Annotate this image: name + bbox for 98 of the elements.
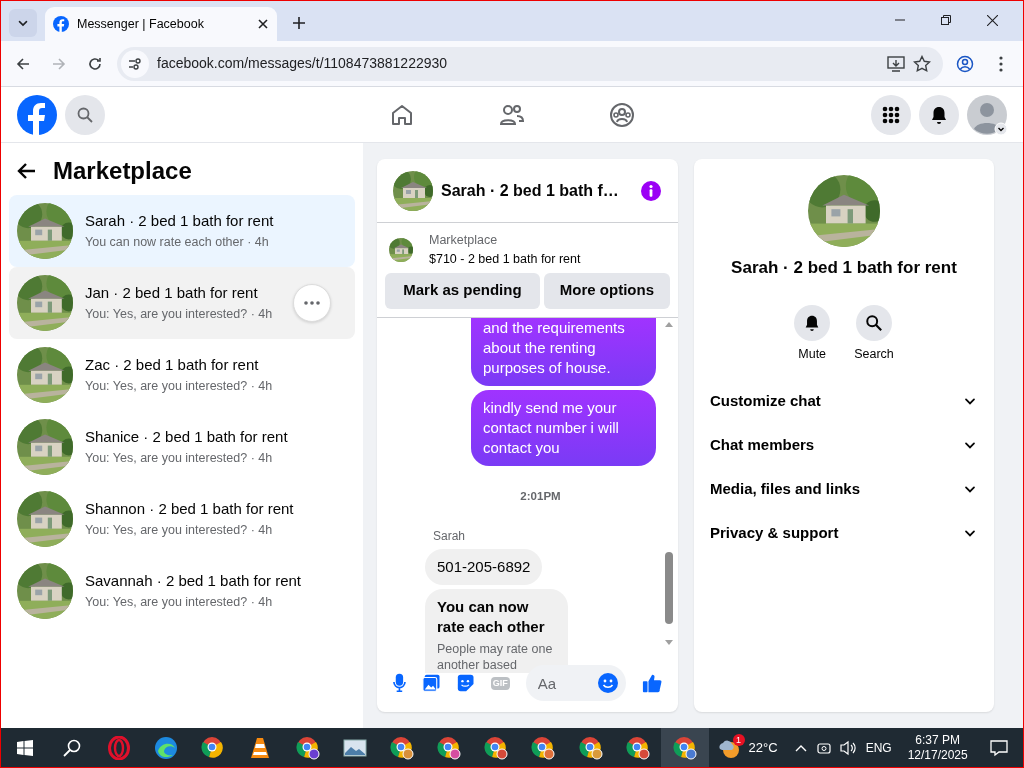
message-preview: You: Yes, are you interested? · 4h — [85, 521, 274, 539]
info-icon[interactable] — [640, 179, 662, 202]
close-icon — [986, 14, 998, 26]
account-avatar[interactable] — [967, 94, 1007, 135]
bell-button[interactable] — [794, 304, 831, 341]
browser-icon[interactable] — [201, 736, 226, 760]
sender-name: Sarah — [433, 527, 467, 545]
site-settings-icon[interactable] — [127, 55, 143, 72]
conversation-name: Savannah · 2 bed 1 bath for rent — [85, 571, 302, 592]
sent-message: kindly send me your contact number i will contact you — [471, 389, 656, 466]
notification-badge: 1 — [732, 734, 745, 746]
back-arrow-icon — [15, 55, 31, 72]
scroll-down-icon[interactable] — [665, 639, 673, 645]
notifications-icon[interactable] — [990, 739, 1009, 757]
section-header[interactable]: Privacy & support — [702, 511, 986, 556]
thumbs-up-icon[interactable] — [641, 672, 662, 694]
landscape-icon[interactable] — [342, 738, 367, 758]
browser-icon[interactable] — [625, 736, 650, 760]
close-icon[interactable] — [257, 18, 269, 30]
restore-icon — [941, 15, 951, 25]
clock-time[interactable]: 6:37 PM — [915, 733, 960, 748]
message-preview: You can now rate each other · 4h — [85, 233, 270, 251]
speaker-icon[interactable] — [839, 740, 858, 756]
browser-icon[interactable] — [578, 736, 603, 760]
browser-icon[interactable] — [484, 736, 509, 760]
start-icon[interactable] — [16, 740, 33, 756]
browser-icon[interactable] — [437, 736, 462, 760]
conversation-name: Jan · 2 bed 1 bath for rent — [85, 283, 259, 304]
received-message: 501-205-6892 — [425, 548, 543, 586]
section-header[interactable]: Media, files and links — [702, 467, 986, 512]
conversation-item[interactable]: Sarah · 2 bed 1 bath for rent You can now rate each other · 4h — [9, 195, 355, 267]
search-icon — [865, 313, 883, 332]
address-field[interactable]: facebook.com/messages/t/1108473881222930 — [117, 46, 943, 81]
message-preview: You: Yes, are you interested? · 4h — [85, 305, 274, 323]
browser-icon[interactable] — [673, 736, 697, 760]
wave-icon[interactable] — [154, 736, 179, 760]
conversation-name: Shannon · 2 bed 1 bath for rent — [85, 499, 295, 520]
sent-message: and the requirements about the renting purposes of house. — [471, 317, 656, 386]
contact-name: Sarah · 2 bed 1 bath for rent — [731, 257, 957, 279]
message-preview: You: Yes, are you interested? · 4h — [85, 377, 274, 395]
conversation-item[interactable]: Jan · 2 bed 1 bath for rent You: Yes, are you interested? · 4h — [9, 267, 355, 339]
logo-icon[interactable] — [17, 94, 57, 135]
conversation-item[interactable]: Zac · 2 bed 1 bath for rent You: Yes, are you interested? · 4h — [9, 339, 355, 411]
browser-icon[interactable] — [531, 736, 556, 760]
bell-icon — [929, 104, 949, 125]
search-icon[interactable] — [62, 739, 81, 757]
conversation-name: Sarah · 2 bed 1 bath for rent — [85, 211, 275, 232]
browser-tab[interactable]: Messenger | Facebook — [45, 7, 277, 41]
clock-date[interactable]: 12/17/2025 — [907, 748, 968, 763]
message-preview: You: Yes, are you interested? · 4h — [85, 449, 274, 467]
timestamp: 2:01PM — [519, 488, 562, 504]
forward-arrow-icon — [51, 55, 67, 72]
sticker-icon[interactable] — [456, 673, 475, 693]
logo-icon[interactable] — [53, 16, 69, 32]
back-arrow-icon[interactable] — [17, 161, 37, 181]
grid-menu-icon — [882, 105, 900, 124]
conversation-name: Shanice · 2 bed 1 bath for rent — [85, 427, 289, 448]
page-title: Marketplace — [53, 156, 192, 186]
kebab-menu-icon — [999, 55, 1003, 72]
scrollbar-thumb[interactable] — [665, 551, 673, 624]
install-icon[interactable] — [887, 54, 905, 73]
photo-icon[interactable] — [421, 673, 441, 693]
listing-label: Marketplace — [429, 232, 499, 249]
conversation-name: Zac · 2 bed 1 bath for rent — [85, 355, 260, 376]
more-icon — [304, 301, 320, 305]
camera-icon[interactable] — [815, 740, 832, 756]
browser-icon[interactable] — [295, 736, 320, 760]
language-indicator[interactable]: ENG — [865, 739, 892, 757]
action-label: Mute — [798, 345, 827, 363]
action-button[interactable]: Mark as pending — [385, 272, 540, 309]
menu-button[interactable] — [871, 94, 911, 135]
ring-icon[interactable] — [107, 736, 130, 760]
action-label: Search — [854, 345, 894, 363]
scroll-up-icon[interactable] — [665, 321, 673, 327]
microphone-icon[interactable] — [393, 673, 406, 693]
reload-icon — [87, 55, 103, 72]
profile-icon — [956, 54, 974, 73]
emoji-icon[interactable] — [597, 673, 618, 693]
browser-icon[interactable] — [389, 736, 414, 760]
chat-title: Sarah · 2 bed 1 bath f… — [441, 180, 620, 201]
cone-icon[interactable] — [249, 736, 272, 760]
notifications-button[interactable] — [919, 94, 959, 135]
conversation-item[interactable]: Shanice · 2 bed 1 bath for rent You: Yes, are you interested? · 4h — [9, 411, 355, 483]
search-button[interactable] — [856, 304, 892, 341]
conversation-item[interactable]: Shannon · 2 bed 1 bath for rent You: Yes, are you interested? · 4h — [9, 483, 355, 555]
search-icon — [77, 106, 93, 123]
plus-icon — [292, 16, 306, 30]
notice-title: You can now rate each other — [437, 597, 546, 638]
tab-list-button[interactable] — [9, 9, 37, 37]
conversation-item[interactable]: Savannah · 2 bed 1 bath for rent You: Yes, are you interested? · 4h — [9, 555, 355, 627]
section-header[interactable]: Chat members — [702, 423, 986, 468]
action-button[interactable]: More options — [543, 272, 670, 309]
listing-summary: $710 - 2 bed 1 bath for rent — [429, 250, 581, 268]
groups-icon — [609, 101, 635, 128]
message-preview: You: Yes, are you interested? · 4h — [85, 593, 274, 611]
temperature: 22°C — [748, 739, 778, 758]
star-icon[interactable] — [913, 55, 931, 74]
section-header[interactable]: Customize chat — [702, 379, 986, 424]
